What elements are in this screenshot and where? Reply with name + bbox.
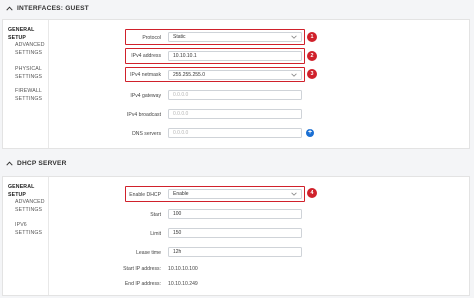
chevron-up-icon[interactable] xyxy=(3,2,15,14)
dns-servers-input[interactable]: 0.0.0.0 xyxy=(168,128,302,138)
highlight-box-enable-dhcp xyxy=(125,186,305,202)
lease-time-label: Lease time xyxy=(136,250,161,256)
highlight-box-ipv4-address xyxy=(125,48,305,64)
ipv4-broadcast-label: IPv4 broadcast xyxy=(127,112,161,118)
start-ip-label: Start IP address: xyxy=(123,266,161,272)
start-ip-value: 10.10.10.100 xyxy=(168,266,198,272)
start-label: Start xyxy=(150,212,161,218)
sidebar-item-general-setup[interactable]: GENERAL SETUP xyxy=(8,184,48,199)
dns-servers-label: DNS servers xyxy=(132,131,161,137)
marker-4-badge: 4 xyxy=(307,188,317,198)
sidebar-item-advanced-settings[interactable]: ADVANCED SETTINGS xyxy=(15,42,47,57)
highlight-box-ipv4-netmask xyxy=(125,67,305,82)
limit-label: Limit xyxy=(150,231,161,237)
limit-input[interactable]: 150 xyxy=(168,228,302,238)
ipv4-gateway-label: IPv4 gateway xyxy=(130,93,161,99)
plus-circle-icon[interactable]: + xyxy=(306,129,314,137)
chevron-up-icon[interactable] xyxy=(3,157,15,169)
sidebar-item-ipv6-settings[interactable]: IPV6 SETTINGS xyxy=(15,222,47,237)
highlight-box-protocol xyxy=(125,29,305,45)
sidebar-item-general-setup[interactable]: GENERAL SETUP xyxy=(8,27,48,42)
end-ip-value: 10.10.10.249 xyxy=(168,281,198,287)
marker-1-badge: 1 xyxy=(307,32,317,42)
lease-time-input[interactable]: 12h xyxy=(168,247,302,257)
sidebar-item-firewall-settings[interactable]: FIREWALL SETTINGS xyxy=(15,88,47,103)
dhcp-section-header[interactable]: DHCP SERVER xyxy=(0,155,474,171)
interfaces-section-header[interactable]: INTERFACES: GUEST xyxy=(0,0,474,16)
marker-3-badge: 3 xyxy=(307,69,317,79)
section-title: INTERFACES: GUEST xyxy=(17,4,89,12)
sidebar-item-physical-settings[interactable]: PHYSICAL SETTINGS xyxy=(15,66,47,81)
marker-2-badge: 2 xyxy=(307,51,317,61)
sidebar-divider xyxy=(48,177,49,295)
sidebar-item-advanced-settings[interactable]: ADVANCED SETTINGS xyxy=(15,199,47,214)
end-ip-label: End IP address: xyxy=(124,281,161,287)
sidebar-divider xyxy=(48,20,49,148)
ipv4-broadcast-input[interactable]: 0.0.0.0 xyxy=(168,109,302,119)
ipv4-gateway-input[interactable]: 0.0.0.0 xyxy=(168,90,302,100)
start-input[interactable]: 100 xyxy=(168,209,302,219)
section-title: DHCP SERVER xyxy=(17,159,67,167)
